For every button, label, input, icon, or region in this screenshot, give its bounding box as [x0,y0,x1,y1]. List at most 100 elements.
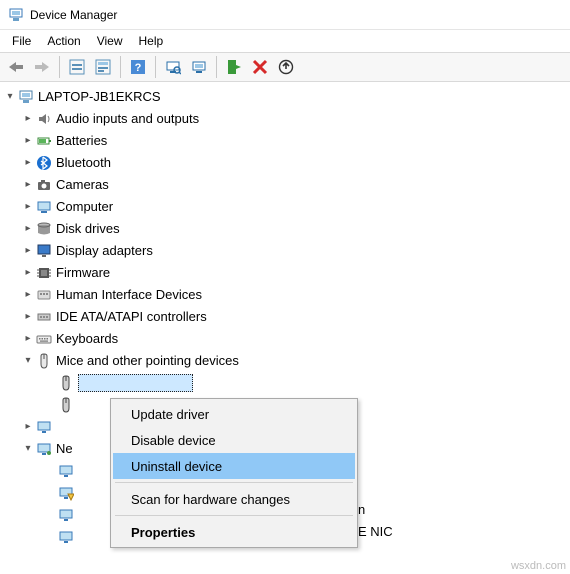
help-button[interactable]: ? [126,55,150,79]
mouse-icon [57,374,75,392]
toolbar-separator [120,56,121,78]
network-adapter-icon [57,462,75,480]
category-label: Human Interface Devices [56,284,202,306]
expand-icon[interactable]: ▸ [22,174,34,196]
svg-text:?: ? [135,62,142,74]
category-label: Disk drives [56,218,120,240]
tree-category-computer[interactable]: ▸ Computer [4,196,570,218]
context-menu: Update driver Disable device Uninstall d… [110,398,358,548]
ide-icon [35,308,53,326]
net-suffix-2: E NIC [358,524,393,539]
display-icon [35,242,53,260]
ctx-properties[interactable]: Properties [113,519,355,545]
tree-category-audio[interactable]: ▸ Audio inputs and outputs [4,108,570,130]
ctx-disable-device[interactable]: Disable device [113,427,355,453]
root-label: LAPTOP-JB1EKRCS [38,86,161,108]
menu-view[interactable]: View [89,31,131,51]
category-label: Mice and other pointing devices [56,350,239,372]
expand-icon[interactable]: ▸ [22,130,34,152]
tree-device-mouse-1[interactable] [4,372,570,394]
category-label: Cameras [56,174,109,196]
tree-category-bluetooth[interactable]: ▸ Bluetooth [4,152,570,174]
scan-hardware-button[interactable] [161,55,185,79]
category-label: Computer [56,196,113,218]
show-hide-tree-button[interactable] [65,55,89,79]
battery-icon [35,132,53,150]
properties-button[interactable] [91,55,115,79]
category-label: Keyboards [56,328,118,350]
ctx-update-driver[interactable]: Update driver [113,401,355,427]
mouse-icon [35,352,53,370]
network-adapter-icon [57,506,75,524]
show-hidden-button[interactable] [187,55,211,79]
window-title: Device Manager [30,8,117,22]
camera-icon [35,176,53,194]
watermark: wsxdn.com [511,560,566,572]
expand-icon[interactable]: ▸ [22,218,34,240]
uninstall-device-button[interactable] [248,55,272,79]
enable-device-button[interactable] [222,55,246,79]
toolbar: ? [0,52,570,82]
mouse-icon [57,396,75,414]
expand-icon[interactable]: ▸ [22,284,34,306]
category-label: Audio inputs and outputs [56,108,199,130]
forward-button[interactable] [30,55,54,79]
ctx-separator [115,482,353,483]
network-icon [35,440,53,458]
disk-icon [35,220,53,238]
expand-icon[interactable]: ▸ [22,306,34,328]
tree-root[interactable]: ▾ LAPTOP-JB1EKRCS [4,86,570,108]
collapse-icon[interactable]: ▾ [4,86,16,108]
app-icon [8,7,24,23]
tree-category-hid[interactable]: ▸ Human Interface Devices [4,284,570,306]
back-button[interactable] [4,55,28,79]
computer-icon [35,198,53,216]
keyboard-icon [35,330,53,348]
category-label: Display adapters [56,240,153,262]
tree-category-disk[interactable]: ▸ Disk drives [4,218,570,240]
toolbar-separator [216,56,217,78]
collapse-icon[interactable]: ▾ [22,350,34,372]
ctx-uninstall-device[interactable]: Uninstall device [113,453,355,479]
update-driver-button[interactable] [274,55,298,79]
toolbar-separator [59,56,60,78]
category-label: Ne [56,438,73,460]
expand-icon[interactable]: ▸ [22,240,34,262]
tree-category-ide[interactable]: ▸ IDE ATA/ATAPI controllers [4,306,570,328]
menu-file[interactable]: File [4,31,39,51]
expand-icon[interactable]: ▸ [22,262,34,284]
menubar: File Action View Help [0,30,570,52]
computer-icon [17,88,35,106]
expand-icon[interactable]: ▸ [22,328,34,350]
monitor-icon [35,418,53,436]
bluetooth-icon [35,154,53,172]
menu-help[interactable]: Help [131,31,172,51]
category-label: Bluetooth [56,152,111,174]
category-label: Batteries [56,130,107,152]
ctx-scan-hardware[interactable]: Scan for hardware changes [113,486,355,512]
collapse-icon[interactable]: ▾ [22,438,34,460]
network-adapter-warn-icon [57,484,75,502]
tree-category-mice[interactable]: ▾ Mice and other pointing devices [4,350,570,372]
tree-category-cameras[interactable]: ▸ Cameras [4,174,570,196]
expand-icon[interactable]: ▸ [22,196,34,218]
device-label-selected [78,374,193,392]
titlebar: Device Manager [0,0,570,30]
audio-icon [35,110,53,128]
firmware-icon [35,264,53,282]
category-label: IDE ATA/ATAPI controllers [56,306,207,328]
network-adapter-icon [57,528,75,546]
menu-action[interactable]: Action [39,31,88,51]
hid-icon [35,286,53,304]
toolbar-separator [155,56,156,78]
expand-icon[interactable]: ▸ [22,416,34,438]
tree-category-keyboards[interactable]: ▸ Keyboards [4,328,570,350]
tree-category-display[interactable]: ▸ Display adapters [4,240,570,262]
category-label: Firmware [56,262,110,284]
expand-icon[interactable]: ▸ [22,108,34,130]
tree-category-firmware[interactable]: ▸ Firmware [4,262,570,284]
expand-icon[interactable]: ▸ [22,152,34,174]
tree-category-batteries[interactable]: ▸ Batteries [4,130,570,152]
net-suffix-1: n [358,502,365,517]
ctx-separator [115,515,353,516]
